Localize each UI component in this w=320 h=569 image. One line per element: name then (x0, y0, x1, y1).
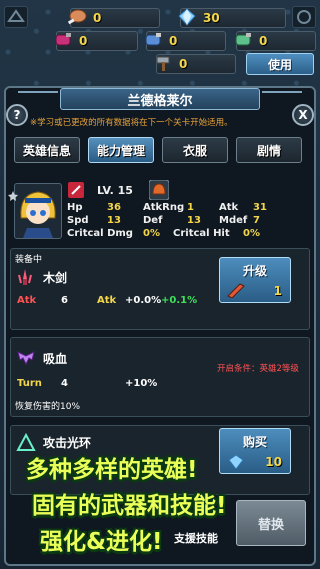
stat-atkrng: 1 (187, 202, 194, 213)
resource-value: 0 (93, 11, 102, 25)
menu-icon[interactable] (292, 6, 316, 28)
aura-name: 攻击光环 (43, 436, 92, 450)
diamond-icon (175, 5, 199, 29)
panel-title: 兰德格莱尔 (60, 88, 260, 110)
promo-line-2: 固有的武器和技能! (32, 493, 227, 519)
stat-atkrng-label: AtkRng (143, 202, 185, 213)
replace-button[interactable]: 替换 (236, 500, 306, 546)
stat-spd-label: Spd (67, 215, 89, 226)
stat-hp: 36 (107, 202, 121, 213)
stat-crithit: 0% (243, 228, 260, 239)
map-icon[interactable] (4, 6, 28, 28)
support-skill-label: 支援技能 (174, 532, 218, 545)
potion-red-icon (51, 28, 75, 52)
upgrade-count: 1 (273, 284, 282, 298)
title-ornament-left (18, 91, 58, 105)
tab-bar: 英雄信息 能力管理 衣服 剧情 (14, 137, 306, 163)
upgrade-label: 升级 (242, 264, 267, 278)
resource-value: 30 (203, 11, 220, 25)
stat-hp-label: Hp (67, 202, 83, 213)
favorite-star-icon (8, 186, 18, 201)
resource-hammer: 0 (156, 54, 236, 74)
potion-blue-icon (141, 28, 165, 52)
stat-crithit-label: Critcal Hit (173, 228, 230, 239)
stat-spd: 13 (107, 215, 121, 226)
tab-clothes[interactable]: 衣服 (162, 137, 228, 163)
weapon-name: 木剑 (43, 271, 68, 285)
stat-atk-label: Atk (219, 202, 239, 213)
hero-level: LV. 15 (97, 184, 133, 197)
upgrade-button[interactable]: 升级 1 (219, 257, 291, 303)
close-button[interactable]: X (292, 104, 314, 126)
stat-def: 13 (187, 215, 201, 226)
equipped-weapon-section: 装备中 木剑 Atk 6 Atk +0.0% +0.1% 升级 1 (10, 248, 310, 330)
skill-name: 吸血 (43, 352, 68, 366)
resource-meat: 0 (67, 8, 160, 28)
weapon-bonus-2: +0.1% (161, 295, 198, 306)
notice-text: ※学习或已更改的所有数据将在下一个关卡开始适用。 (30, 118, 233, 128)
weapon-atk-value: 6 (61, 295, 68, 306)
promo-line-1: 多种多样的英雄! (26, 457, 198, 483)
buy-cost: 10 (265, 455, 282, 469)
equipped-header: 装备中 (15, 255, 43, 265)
resource-value: 0 (179, 57, 188, 71)
promo-line-3: 强化&进化! (40, 529, 163, 555)
stat-mdef-label: Mdef (219, 215, 248, 226)
skill-turn-label: Turn (17, 378, 42, 389)
weapon-bonus-label: Atk (97, 295, 117, 306)
upgrade-material-icon (226, 282, 246, 299)
meat-icon (65, 5, 89, 29)
tab-story[interactable]: 剧情 (236, 137, 302, 163)
hero-portrait (14, 183, 62, 239)
resource-value: 0 (259, 34, 268, 48)
tab-ability-management[interactable]: 能力管理 (88, 137, 154, 163)
resource-potion-blue: 0 (145, 31, 226, 51)
tab-hero-info[interactable]: 英雄信息 (14, 137, 80, 163)
buy-label: 购买 (242, 435, 267, 449)
stat-critdmg: 0% (143, 228, 160, 239)
buy-button[interactable]: 购买 10 (219, 428, 291, 474)
resource-potion-green: 0 (235, 31, 316, 51)
skill-turn-value: 4 (61, 378, 68, 389)
title-ornament-right (262, 91, 302, 105)
stat-mdef: 7 (253, 215, 260, 226)
potion-green-icon (231, 28, 255, 52)
weapon-atk-label: Atk (17, 295, 37, 306)
stat-critdmg-label: Critcal Dmg (67, 228, 133, 239)
resource-potion-red: 0 (55, 31, 138, 51)
bat-icon (15, 348, 37, 370)
buy-diamond-icon (228, 454, 244, 470)
skill-unlock-condition: 开启条件：英雄2等级 (217, 364, 299, 374)
resource-value: 0 (169, 34, 178, 48)
skill-section: 吸血 开启条件：英雄2等级 Turn 4 +10% 恢复伤害的10% (10, 337, 310, 417)
weapon-bonus-1: +0.0% (125, 295, 162, 306)
use-button[interactable]: 使用 (246, 53, 314, 75)
skill-effect: +10% (125, 378, 158, 389)
skill-description: 恢复伤害的10% (15, 402, 81, 412)
sword-class-icon (68, 182, 84, 198)
helmet-icon (148, 179, 170, 201)
resource-value: 0 (79, 34, 88, 48)
stat-atk: 31 (253, 202, 267, 213)
stat-def-label: Def (143, 215, 163, 226)
help-button[interactable]: ? (6, 104, 28, 126)
hammer-icon (151, 51, 175, 75)
weapon-icon (15, 267, 35, 287)
resource-diamond: 30 (178, 8, 286, 28)
